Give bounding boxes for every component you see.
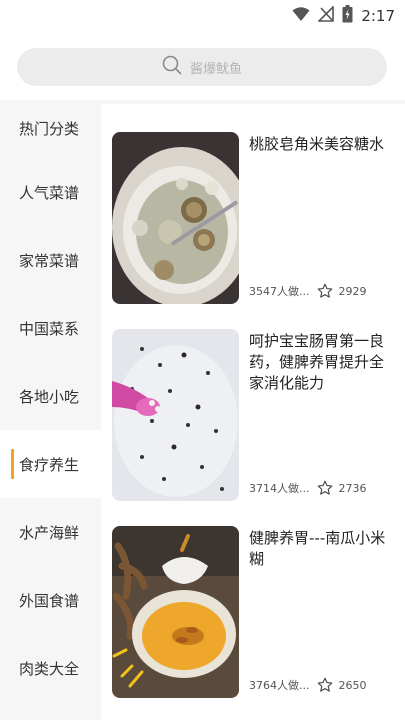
sidebar-item-label: 食疗养生 — [19, 455, 80, 474]
search-input[interactable]: 酱爆鱿鱼 — [17, 48, 387, 86]
sidebar-item-chinese-cuisine[interactable]: 中国菜系 — [0, 294, 101, 362]
recipe-image[interactable] — [112, 526, 239, 698]
sidebar-item-label: 肉类大全 — [19, 659, 80, 678]
recipe-meta: 3714人做... 2736 — [249, 479, 366, 497]
sidebar-item-diet-therapy[interactable]: 食疗养生 — [0, 430, 101, 498]
recipe-title: 呵护宝宝肠胃第一良药，健脾养胃提升全家消化能力 — [249, 332, 385, 392]
recipe-title: 桃胶皂角米美容糖水 — [249, 135, 385, 153]
recipe-meta: 3764人做... 2650 — [249, 676, 366, 694]
recipe-meta: 3547人做... 2929 — [249, 282, 366, 300]
status-time: 2:17 — [361, 7, 395, 25]
sidebar-item-label: 水产海鲜 — [19, 523, 80, 542]
star-icon[interactable] — [317, 283, 333, 299]
sidebar-item-seafood[interactable]: 水产海鲜 — [0, 498, 101, 566]
recipe-card[interactable]: 呵护宝宝肠胃第一良药，健脾养胃提升全家消化能力 3714人做... 2736 — [101, 329, 405, 509]
active-indicator — [11, 449, 14, 479]
recipe-image[interactable] — [112, 329, 239, 501]
sidebar-item-hot[interactable]: 热门分类 — [0, 104, 101, 162]
recipe-card[interactable]: 桃胶皂角米美容糖水 3547人做... 2929 — [101, 132, 405, 312]
sidebar-item-local-snacks[interactable]: 各地小吃 — [0, 362, 101, 430]
status-bar: 2:17 — [0, 0, 405, 32]
views-count: 3714人做... — [249, 482, 310, 495]
search-placeholder: 酱爆鱿鱼 — [189, 61, 242, 77]
search-icon — [162, 55, 182, 79]
recipe-title: 健脾养胃---南瓜小米糊 — [249, 529, 386, 568]
search-inner: 酱爆鱿鱼 — [162, 55, 242, 79]
favorites-count: 2650 — [338, 678, 367, 692]
screen: 2:17 酱爆鱿鱼 热门分类 人气菜谱 家常菜谱 中国菜系 各地小吃 食疗养生 … — [0, 0, 405, 720]
no-signal-icon — [317, 5, 335, 26]
star-icon[interactable] — [317, 677, 333, 693]
battery-icon — [342, 5, 353, 27]
sidebar-item-label: 外国食谱 — [19, 591, 80, 610]
favorites-count: 2929 — [338, 284, 367, 298]
sidebar-item-label: 中国菜系 — [19, 319, 80, 338]
recipe-list[interactable]: 桃胶皂角米美容糖水 3547人做... 2929 呵护宝宝肠胃第一良药，健脾养胃… — [101, 104, 405, 720]
sidebar-item-popular[interactable]: 人气菜谱 — [0, 158, 101, 226]
favorites-count: 2736 — [338, 481, 367, 495]
sidebar-item-label: 热门分类 — [19, 119, 80, 138]
wifi-icon — [292, 6, 310, 26]
views-count: 3764人做... — [249, 679, 310, 692]
star-icon[interactable] — [317, 480, 333, 496]
views-count: 3547人做... — [249, 285, 310, 298]
recipe-image[interactable] — [112, 132, 239, 304]
category-sidebar[interactable]: 热门分类 人气菜谱 家常菜谱 中国菜系 各地小吃 食疗养生 水产海鲜 外国食谱 … — [0, 104, 101, 720]
sidebar-item-foreign-recipes[interactable]: 外国食谱 — [0, 566, 101, 634]
sidebar-item-meat[interactable]: 肉类大全 — [0, 634, 101, 702]
sidebar-item-home-cooking[interactable]: 家常菜谱 — [0, 226, 101, 294]
sidebar-item-label: 人气菜谱 — [19, 183, 80, 202]
sidebar-item-label: 各地小吃 — [19, 387, 80, 406]
recipe-card[interactable]: 健脾养胃---南瓜小米糊 3764人做... 2650 — [101, 526, 405, 706]
sidebar-item-label: 家常菜谱 — [19, 251, 80, 270]
status-icons: 2:17 — [292, 5, 395, 27]
